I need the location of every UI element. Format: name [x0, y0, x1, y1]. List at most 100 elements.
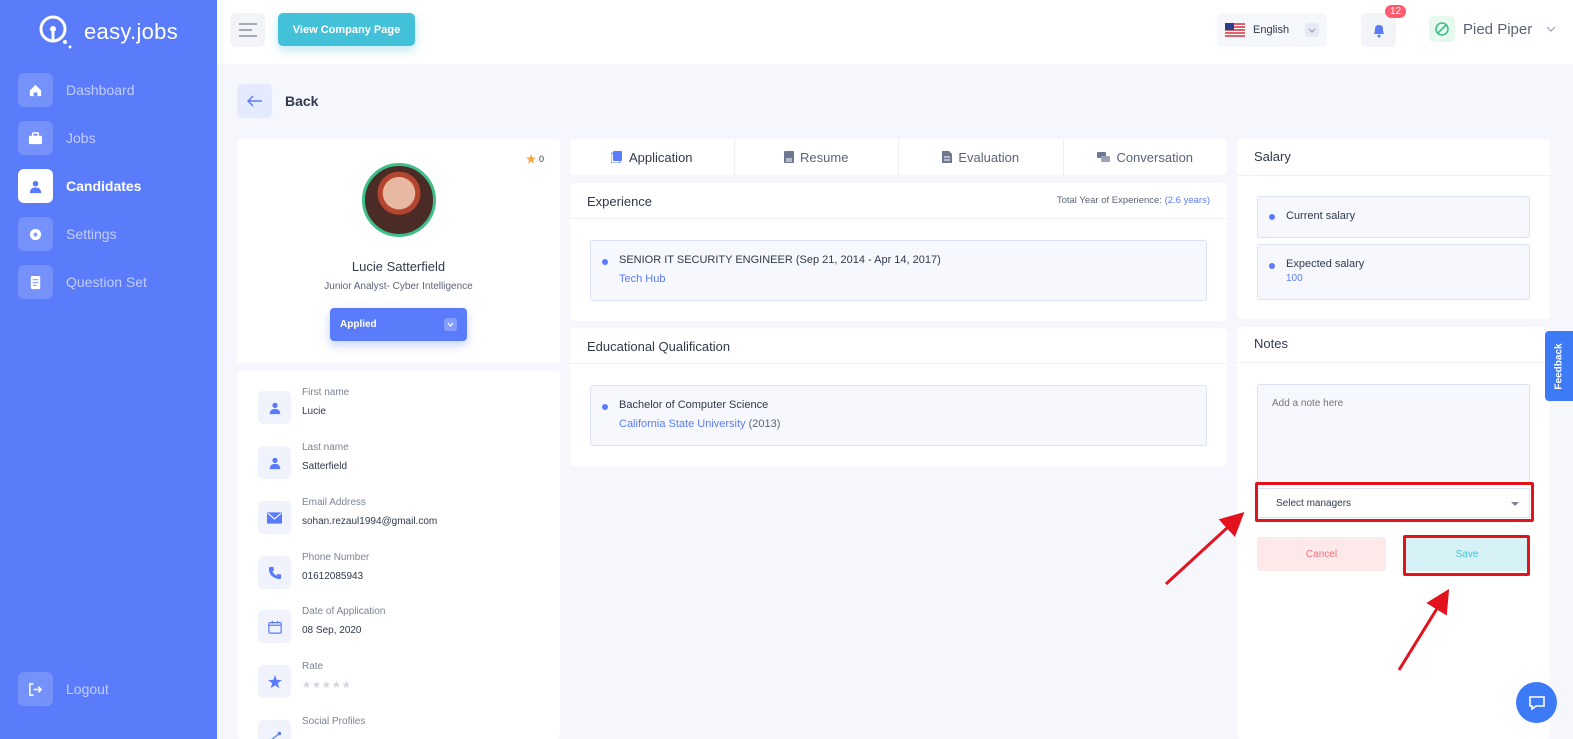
feedback-label: Feedback [1553, 342, 1565, 390]
conversation-icon [1097, 151, 1111, 162]
logout-button[interactable]: Logout [18, 672, 109, 706]
info-value: 01612085943 [302, 571, 364, 582]
info-row-last-name: Last name Satterfield [258, 442, 349, 479]
logo-icon [39, 15, 72, 49]
experience-item: SENIOR IT SECURITY ENGINEER (Sep 21, 201… [590, 240, 1207, 301]
education-degree: Bachelor of Computer Science [619, 399, 769, 411]
salary-title: Salary [1254, 149, 1291, 164]
tab-evaluation[interactable]: Evaluation [899, 139, 1064, 175]
expected-salary-box: Expected salary 100 [1257, 244, 1530, 300]
tab-label: Conversation [1116, 149, 1194, 165]
expected-salary-label: Expected salary [1286, 258, 1365, 270]
briefcase-icon [18, 121, 53, 155]
share-icon [258, 720, 291, 739]
info-label: Rate [302, 661, 324, 672]
hamburger-icon [238, 23, 257, 37]
back-label: Back [285, 93, 319, 109]
arrow-to-managers [1164, 511, 1245, 586]
language-select[interactable]: English [1217, 13, 1327, 47]
total-experience-label: Total Year of Experience: [1056, 195, 1162, 206]
mail-icon [258, 501, 291, 534]
view-company-page-button[interactable]: View Company Page [278, 13, 415, 46]
education-section: Educational Qualification Bachelor of Co… [570, 328, 1227, 466]
sidebar-item-label: Jobs [66, 130, 96, 146]
company-logo-icon [1429, 16, 1455, 42]
user-icon [18, 169, 53, 203]
logout-label: Logout [66, 681, 109, 697]
info-row-first-name: First name Lucie [258, 387, 349, 424]
chevron-down-icon [1546, 26, 1556, 32]
logo[interactable]: easy.jobs [38, 14, 178, 50]
info-label: Date of Application [302, 606, 386, 617]
education-year: (2013) [748, 418, 781, 430]
tab-application[interactable]: Application [570, 139, 735, 175]
home-icon [18, 73, 53, 107]
info-value: Lucie [302, 406, 326, 417]
us-flag-icon [1225, 23, 1245, 37]
sidebar-item-dashboard[interactable]: Dashboard [18, 73, 198, 107]
chat-icon [1528, 695, 1545, 711]
candidate-profile-card: 0 Lucie Satterfield Junior Analyst- Cybe… [237, 139, 560, 363]
candidate-name: Lucie Satterfield [351, 259, 446, 274]
sidebar-item-jobs[interactable]: Jobs [18, 121, 198, 155]
info-row-social: Social Profiles [258, 716, 365, 739]
sidebar-item-label: Settings [66, 226, 117, 242]
back-button[interactable] [237, 84, 272, 118]
sidebar: easy.jobs Dashboard Jobs Candidates Sett… [0, 0, 217, 739]
info-row-phone: Phone Number 01612085943 [258, 552, 369, 589]
info-label: First name [302, 387, 350, 398]
total-experience: Total Year of Experience: (2.6 years) [1057, 195, 1210, 206]
notifications-button[interactable] [1361, 13, 1396, 47]
education-institution-line: California State University (2013) [619, 418, 780, 430]
total-experience-value: (2.6 years) [1164, 195, 1210, 206]
info-value: Satterfield [302, 461, 348, 472]
rating-summary: 0 [525, 154, 544, 164]
language-label: English [1253, 24, 1290, 36]
star-icon [525, 154, 536, 164]
rating-stars[interactable]: ★★★★★ [302, 680, 352, 691]
info-value: 08 Sep, 2020 [302, 625, 362, 636]
expected-salary-value: 100 [1286, 273, 1303, 284]
chat-button[interactable] [1516, 682, 1557, 723]
feedback-tab[interactable]: Feedback [1545, 331, 1573, 401]
sidebar-item-candidates[interactable]: Candidates [18, 169, 198, 203]
avatar [362, 163, 436, 237]
info-label: Last name [302, 442, 349, 453]
tab-resume[interactable]: Resume [735, 139, 899, 175]
current-salary-label: Current salary [1286, 210, 1356, 222]
notes-section: Notes Select managers Cancel Save [1237, 327, 1550, 739]
note-textarea[interactable] [1257, 384, 1530, 484]
status-value: Applied [340, 319, 377, 330]
tab-label: Resume [800, 149, 849, 165]
menu-toggle-button[interactable] [230, 13, 265, 47]
sidebar-item-settings[interactable]: Settings [18, 217, 198, 251]
sidebar-item-question-set[interactable]: Question Set [18, 265, 198, 299]
chevron-down-icon [444, 318, 457, 331]
company-switcher[interactable]: Pied Piper [1429, 16, 1556, 42]
current-salary-box: Current salary [1257, 196, 1530, 238]
tab-conversation[interactable]: Conversation [1064, 139, 1228, 175]
education-title: Educational Qualification [587, 339, 731, 354]
candidate-tabs: Application Resume Evaluation Conversati… [570, 139, 1227, 175]
experience-company: Tech Hub [619, 273, 666, 285]
topbar: View Company Page English 12 Pied Piper [217, 0, 1573, 64]
document-icon [18, 265, 53, 299]
info-label: Email Address [302, 497, 366, 508]
experience-title: Experience [587, 194, 653, 209]
cancel-button[interactable]: Cancel [1257, 537, 1386, 571]
sidebar-item-label: Question Set [66, 274, 147, 290]
chevron-down-icon [1305, 23, 1319, 37]
salary-section: Salary Current salary Expected salary 10… [1237, 139, 1550, 319]
star-icon [258, 665, 291, 698]
phone-icon [258, 556, 291, 589]
sidebar-nav: Dashboard Jobs Candidates Settings Quest… [18, 73, 198, 313]
status-select[interactable]: Applied [330, 308, 467, 341]
tab-label: Evaluation [958, 149, 1020, 165]
logo-text: easy.jobs [84, 19, 179, 44]
info-row-date: Date of Application 08 Sep, 2020 [258, 606, 385, 643]
info-row-rate: Rate ★★★★★ [258, 661, 352, 698]
user-icon [258, 446, 291, 479]
user-icon [258, 391, 291, 424]
notes-title: Notes [1254, 336, 1288, 351]
sidebar-item-label: Candidates [66, 178, 142, 194]
